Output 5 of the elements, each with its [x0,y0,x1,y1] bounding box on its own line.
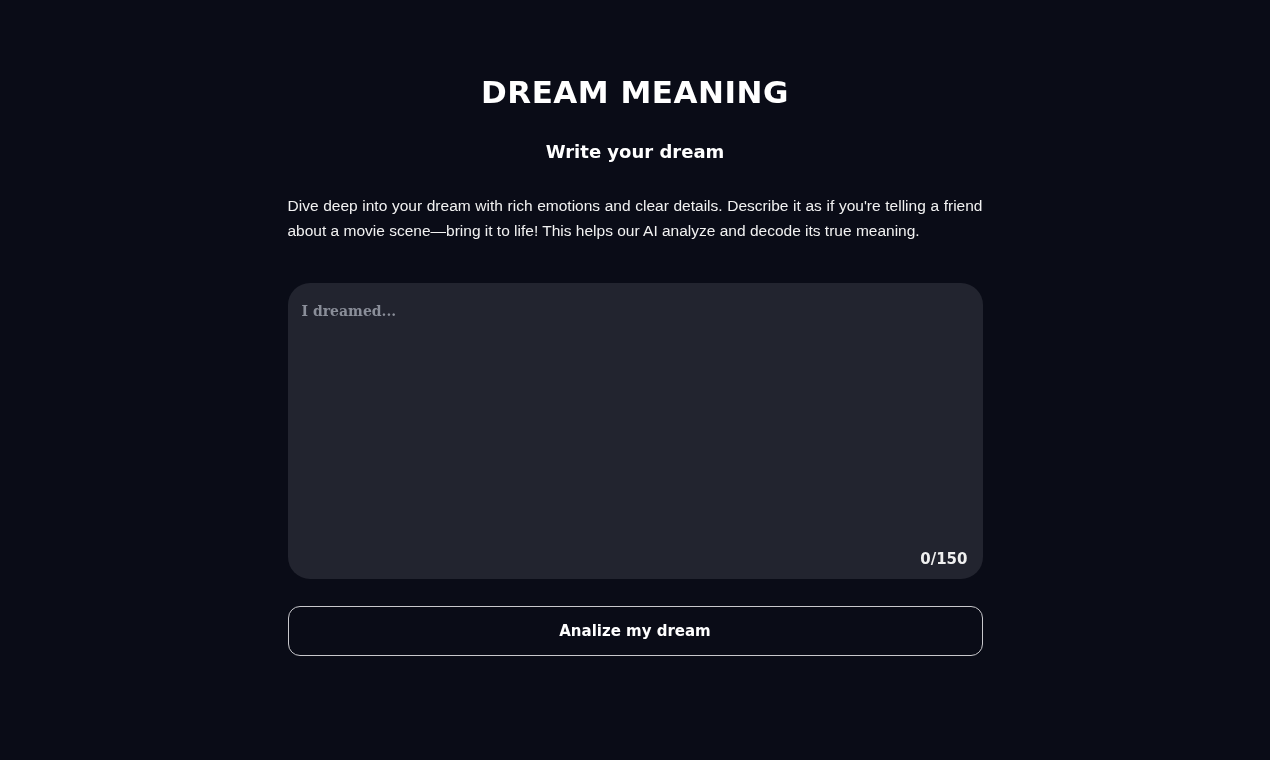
analyze-button[interactable]: Analize my dream [287,606,983,656]
section-heading: Write your dream [544,140,726,164]
description-text: Dive deep into your dream with rich emotions and clear details. Describe it as if you're telling a friend about a movie scene—bring it to life! This helps our AI analyze and decode its true meaning. [287,196,983,241]
character-counter: 0/150 [920,550,968,568]
page-title: DREAM MEANING [480,73,790,112]
